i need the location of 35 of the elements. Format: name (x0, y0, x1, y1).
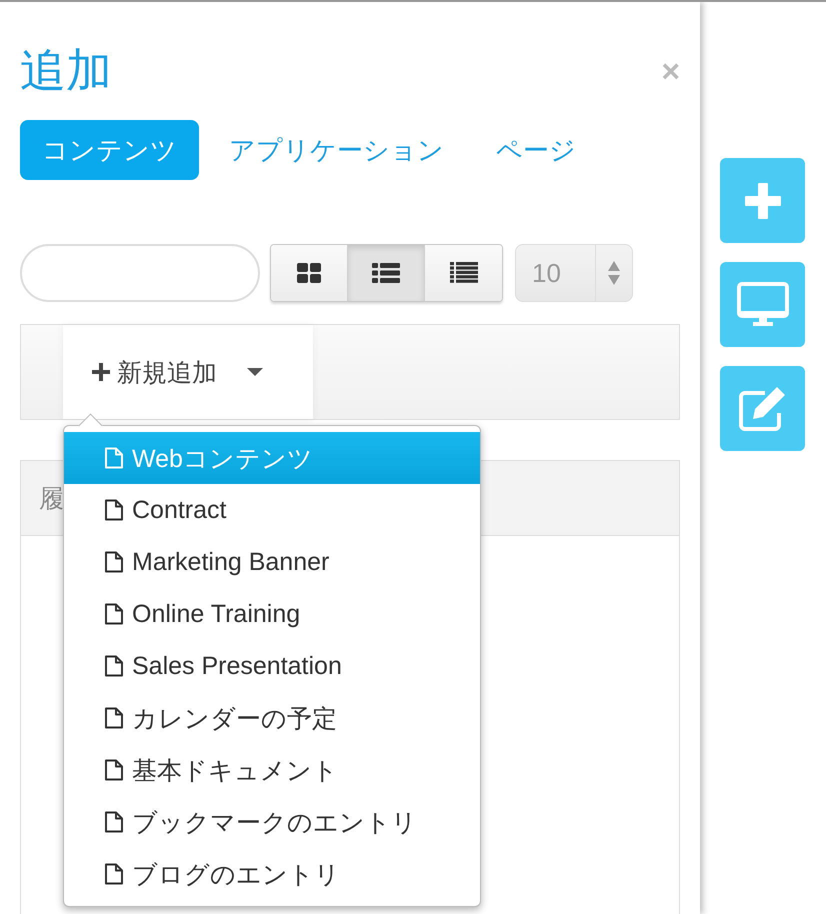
document-icon (104, 707, 124, 729)
add-button[interactable] (720, 158, 805, 243)
menu-item[interactable]: カレンダーの予定 (64, 692, 480, 744)
plus-icon (742, 180, 782, 220)
preview-button[interactable] (720, 262, 805, 347)
list-icon (450, 262, 478, 284)
menu-item[interactable]: Marketing Banner (64, 536, 480, 588)
document-icon (104, 811, 124, 833)
view-button[interactable] (271, 245, 348, 301)
grid-icon (296, 262, 322, 284)
document-icon (104, 551, 124, 573)
menu-item[interactable]: ブログのエントリ (64, 848, 480, 900)
monitor-icon (736, 280, 790, 328)
menu-item[interactable]: Online Training (64, 588, 480, 640)
menu-item[interactable]: Contract (64, 484, 480, 536)
document-icon (104, 655, 124, 677)
view-button[interactable] (348, 245, 425, 301)
plus-icon (91, 362, 111, 382)
page-size-value: 10 (531, 256, 562, 290)
menu-item[interactable]: ブックマークのエントリ (64, 796, 480, 848)
stepper-icon (607, 260, 621, 286)
add-new-button[interactable]: 新規追加 (63, 325, 313, 419)
panel-heading: 履 (39, 484, 64, 514)
list-icon (372, 262, 400, 284)
document-icon (104, 759, 124, 781)
document-icon (104, 863, 124, 885)
panel-title: 追加 (20, 43, 112, 98)
document-icon (104, 447, 124, 469)
menu-item[interactable]: Sales Presentation (64, 640, 480, 692)
document-icon (104, 499, 124, 521)
edit-button[interactable] (720, 366, 805, 451)
view-button[interactable] (425, 245, 502, 301)
caret-icon (247, 367, 263, 377)
menu-item[interactable]: 基本ドキュメント (64, 744, 480, 796)
document-icon (104, 603, 124, 625)
